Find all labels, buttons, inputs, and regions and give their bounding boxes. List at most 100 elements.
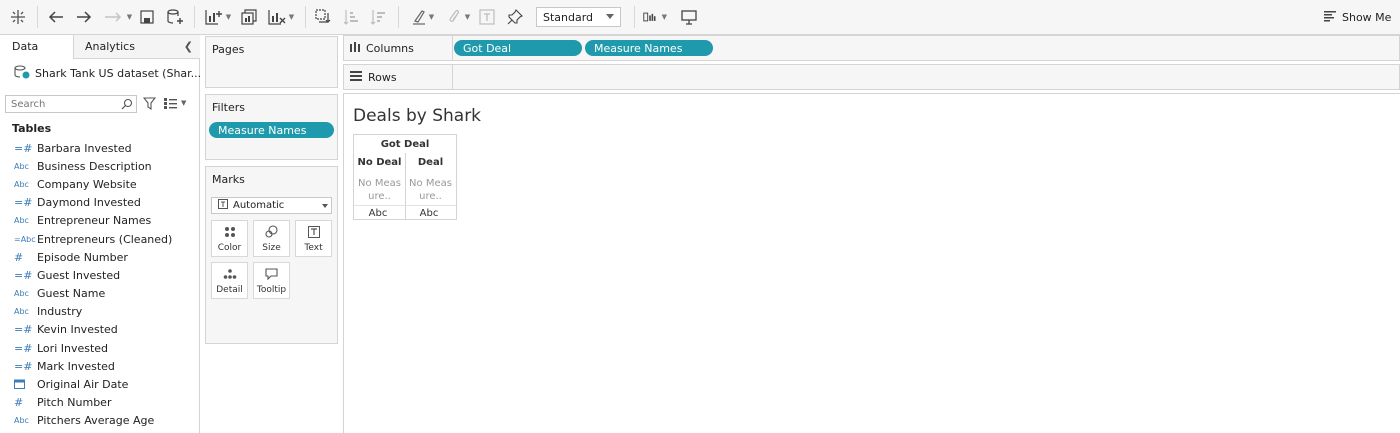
rows-shelf[interactable]: Rows — [343, 64, 1400, 90]
swap-rows-columns-icon[interactable] — [314, 6, 332, 28]
field-name: Daymond Invested — [37, 196, 141, 210]
worksheet-view[interactable]: Deals by Shark Got Deal No Deal Deal No … — [343, 93, 1400, 433]
field-item[interactable]: # Episode Number — [0, 248, 199, 266]
field-item[interactable]: =# Barbara Invested — [0, 139, 199, 157]
replay-animation-icon[interactable]: ▼ — [101, 6, 135, 28]
field-item[interactable]: =# Lori Invested — [0, 339, 199, 357]
text-table[interactable]: Got Deal No Deal Deal No Meas ure.. No M… — [353, 134, 457, 220]
mark-type-dropdown[interactable]: Automatic — [211, 197, 332, 214]
string-field-icon: Abc — [14, 307, 29, 317]
fit-dropdown-value: Standard — [543, 10, 594, 24]
field-name: Company Website — [37, 177, 137, 191]
field-item[interactable]: # Pitch Number — [0, 394, 199, 412]
color-label: Color — [217, 243, 242, 253]
color-icon — [224, 227, 235, 237]
chevron-left-icon[interactable]: ❮ — [184, 40, 193, 53]
highlight-icon[interactable]: ▼ — [408, 6, 438, 28]
table-cell-no-deal[interactable]: Abc — [354, 208, 402, 219]
search-icon[interactable] — [121, 98, 133, 113]
field-item[interactable]: =# Kevin Invested — [0, 321, 199, 339]
field-item[interactable]: Abc Business Description — [0, 157, 199, 175]
rows-label: Rows — [368, 70, 397, 84]
tooltip-button[interactable]: Tooltip — [253, 262, 290, 299]
column-header-got-deal[interactable]: Got Deal — [354, 139, 456, 150]
group-members-icon[interactable]: ▼ — [444, 6, 474, 28]
no-measure-header-2[interactable]: No Meas ure.. — [405, 177, 456, 203]
field-name: Entrepreneurs (Cleaned) — [37, 232, 173, 246]
text-button[interactable]: Text — [295, 220, 332, 257]
undo-icon[interactable] — [47, 6, 65, 28]
field-list: =# Barbara Invested Abc Business Descriptio… — [0, 139, 199, 430]
tab-analytics[interactable]: Analytics ❮ — [73, 35, 200, 59]
fix-axes-pin-icon[interactable] — [506, 6, 524, 28]
tab-analytics-label: Analytics — [85, 40, 135, 53]
data-source-item[interactable]: Shark Tank US dataset (Shar... — [14, 65, 201, 82]
filters-title: Filters — [212, 101, 245, 114]
show-me-label: Show Me — [1342, 11, 1392, 24]
chevron-down-icon — [322, 204, 328, 208]
sort-ascending-icon[interactable] — [342, 6, 360, 28]
pages-card[interactable]: Pages — [205, 36, 338, 88]
field-item[interactable]: =Abc Entrepreneurs (Cleaned) — [0, 230, 199, 248]
field-name: Mark Invested — [37, 359, 115, 373]
data-source-icon — [14, 65, 30, 82]
save-icon[interactable] — [138, 6, 156, 28]
field-item[interactable]: Abc Entrepreneur Names — [0, 212, 199, 230]
calc-number-field-icon: =# — [14, 141, 33, 155]
view-options-icon[interactable] — [164, 98, 177, 112]
show-mark-labels-icon[interactable] — [478, 6, 496, 28]
clear-sheet-icon[interactable]: ▼ — [265, 6, 297, 28]
field-item[interactable]: Abc Industry — [0, 303, 199, 321]
presentation-mode-icon[interactable] — [680, 6, 698, 28]
tooltip-icon — [265, 268, 278, 280]
string-field-icon: Abc — [14, 161, 29, 171]
calc-number-field-icon: =# — [14, 359, 33, 373]
columns-label: Columns — [366, 41, 414, 55]
no-measure-header-1[interactable]: No Meas ure.. — [354, 177, 405, 203]
column-header-deal[interactable]: Deal — [405, 157, 456, 168]
size-button[interactable]: Size — [253, 220, 290, 257]
columns-pill-got-deal[interactable]: Got Deal — [454, 40, 582, 56]
show-cards-icon[interactable]: ▼ — [643, 6, 667, 28]
show-me-button[interactable]: Show Me — [1323, 9, 1391, 26]
filters-card[interactable]: Filters Measure Names — [205, 94, 338, 160]
search-field[interactable] — [5, 95, 137, 113]
field-item[interactable]: =# Daymond Invested — [0, 194, 199, 212]
detail-button[interactable]: Detail — [211, 262, 248, 299]
calc-string-field-icon: =Abc — [14, 234, 36, 244]
data-source-name: Shark Tank US dataset (Shar... — [35, 67, 202, 80]
field-item[interactable]: Original Air Date — [0, 375, 199, 393]
tableau-logo-icon[interactable] — [9, 6, 27, 28]
tooltip-label: Tooltip — [256, 285, 287, 295]
tab-data[interactable]: Data — [0, 35, 73, 59]
filter-icon[interactable] — [142, 97, 157, 113]
string-field-icon: Abc — [14, 179, 29, 189]
chevron-down-icon[interactable]: ▼ — [181, 99, 186, 107]
field-item[interactable]: Abc Guest Name — [0, 285, 199, 303]
field-item[interactable]: =# Mark Invested — [0, 357, 199, 375]
marks-card: Marks Automatic Color Size Text Detail T… — [205, 166, 338, 344]
pages-title: Pages — [212, 43, 245, 56]
sort-descending-icon[interactable] — [369, 6, 387, 28]
column-header-no-deal[interactable]: No Deal — [354, 157, 405, 168]
new-data-source-icon[interactable] — [164, 6, 186, 28]
field-name: Barbara Invested — [37, 141, 132, 155]
columns-shelf[interactable]: Columns Got Deal Measure Names — [343, 35, 1400, 61]
field-name: Guest Name — [37, 287, 106, 301]
field-item[interactable]: Abc Pitchers Average Age — [0, 412, 199, 430]
string-field-icon: Abc — [14, 216, 29, 226]
number-field-icon: # — [14, 396, 24, 410]
search-input[interactable] — [6, 96, 116, 112]
color-button[interactable]: Color — [211, 220, 248, 257]
filter-pill-measure-names[interactable]: Measure Names — [209, 122, 334, 138]
field-item[interactable]: =# Guest Invested — [0, 266, 199, 284]
fit-dropdown[interactable]: Standard — [536, 7, 621, 27]
duplicate-sheet-icon[interactable] — [240, 6, 258, 28]
tables-heading: Tables — [12, 122, 52, 135]
table-cell-deal[interactable]: Abc — [405, 208, 453, 219]
rows-shelf-label: Rows — [344, 65, 453, 89]
field-item[interactable]: Abc Company Website — [0, 175, 199, 193]
columns-pill-measure-names[interactable]: Measure Names — [585, 40, 713, 56]
new-worksheet-icon[interactable]: ▼ — [202, 6, 234, 28]
redo-icon[interactable] — [75, 6, 93, 28]
